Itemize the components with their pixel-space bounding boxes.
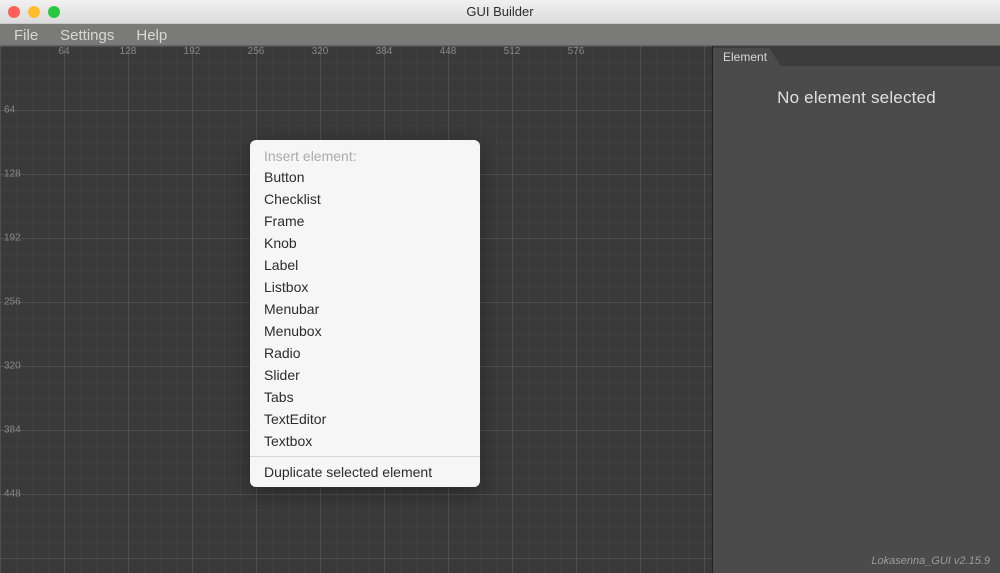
menubar: File Settings Help	[0, 24, 1000, 46]
ruler-x: 64 128 192 256 320 384 448 512 576	[0, 46, 712, 60]
sidebar: Element No element selected Lokasenna_GU…	[712, 46, 1000, 573]
ruler-x-tick: 384	[376, 46, 393, 57]
sidebar-tabs: Element	[713, 46, 1000, 66]
cm-item-menubox[interactable]: Menubox	[250, 320, 480, 342]
ruler-x-tick: 320	[312, 46, 329, 57]
window-controls	[0, 6, 60, 18]
cm-item-button[interactable]: Button	[250, 166, 480, 188]
ruler-y: 64 128 192 256 320 384 448	[0, 46, 24, 573]
cm-item-textbox[interactable]: Textbox	[250, 430, 480, 452]
ruler-y-tick: 192	[4, 233, 21, 244]
canvas[interactable]: 64 128 192 256 320 384 448 512 576 64 12…	[0, 46, 712, 573]
ruler-y-tick: 384	[4, 425, 21, 436]
cm-item-frame[interactable]: Frame	[250, 210, 480, 232]
menu-help[interactable]: Help	[126, 25, 177, 46]
ruler-y-tick: 64	[4, 105, 15, 116]
titlebar: GUI Builder	[0, 0, 1000, 24]
cm-item-menubar[interactable]: Menubar	[250, 298, 480, 320]
cm-item-radio[interactable]: Radio	[250, 342, 480, 364]
ruler-y-tick: 128	[4, 169, 21, 180]
context-menu-separator	[250, 456, 480, 457]
cm-item-texteditor[interactable]: TextEditor	[250, 408, 480, 430]
cm-item-listbox[interactable]: Listbox	[250, 276, 480, 298]
ruler-y-tick: 448	[4, 489, 21, 500]
ruler-x-tick: 512	[504, 46, 521, 57]
ruler-x-tick: 192	[184, 46, 201, 57]
sidebar-body: No element selected Lokasenna_GUI v2.15.…	[713, 66, 1000, 573]
close-icon[interactable]	[8, 6, 20, 18]
menu-settings[interactable]: Settings	[50, 25, 124, 46]
tab-element[interactable]: Element	[713, 48, 781, 66]
ruler-x-tick: 64	[58, 46, 69, 57]
ruler-x-tick: 576	[568, 46, 585, 57]
minimize-icon[interactable]	[28, 6, 40, 18]
version-label: Lokasenna_GUI v2.15.9	[871, 555, 990, 567]
menu-file[interactable]: File	[4, 25, 48, 46]
no-element-selected: No element selected	[713, 88, 1000, 108]
cm-item-knob[interactable]: Knob	[250, 232, 480, 254]
cm-item-checklist[interactable]: Checklist	[250, 188, 480, 210]
zoom-icon[interactable]	[48, 6, 60, 18]
ruler-x-tick: 256	[248, 46, 265, 57]
ruler-y-tick: 320	[4, 361, 21, 372]
cm-item-slider[interactable]: Slider	[250, 364, 480, 386]
ruler-y-tick: 256	[4, 297, 21, 308]
cm-item-duplicate[interactable]: Duplicate selected element	[250, 461, 480, 483]
cm-item-label[interactable]: Label	[250, 254, 480, 276]
ruler-x-tick: 128	[120, 46, 137, 57]
ruler-x-tick: 448	[440, 46, 457, 57]
window-title: GUI Builder	[0, 4, 1000, 19]
main-area: 64 128 192 256 320 384 448 512 576 64 12…	[0, 46, 1000, 573]
cm-item-tabs[interactable]: Tabs	[250, 386, 480, 408]
context-menu-header: Insert element:	[250, 144, 480, 166]
context-menu: Insert element: Button Checklist Frame K…	[250, 140, 480, 487]
